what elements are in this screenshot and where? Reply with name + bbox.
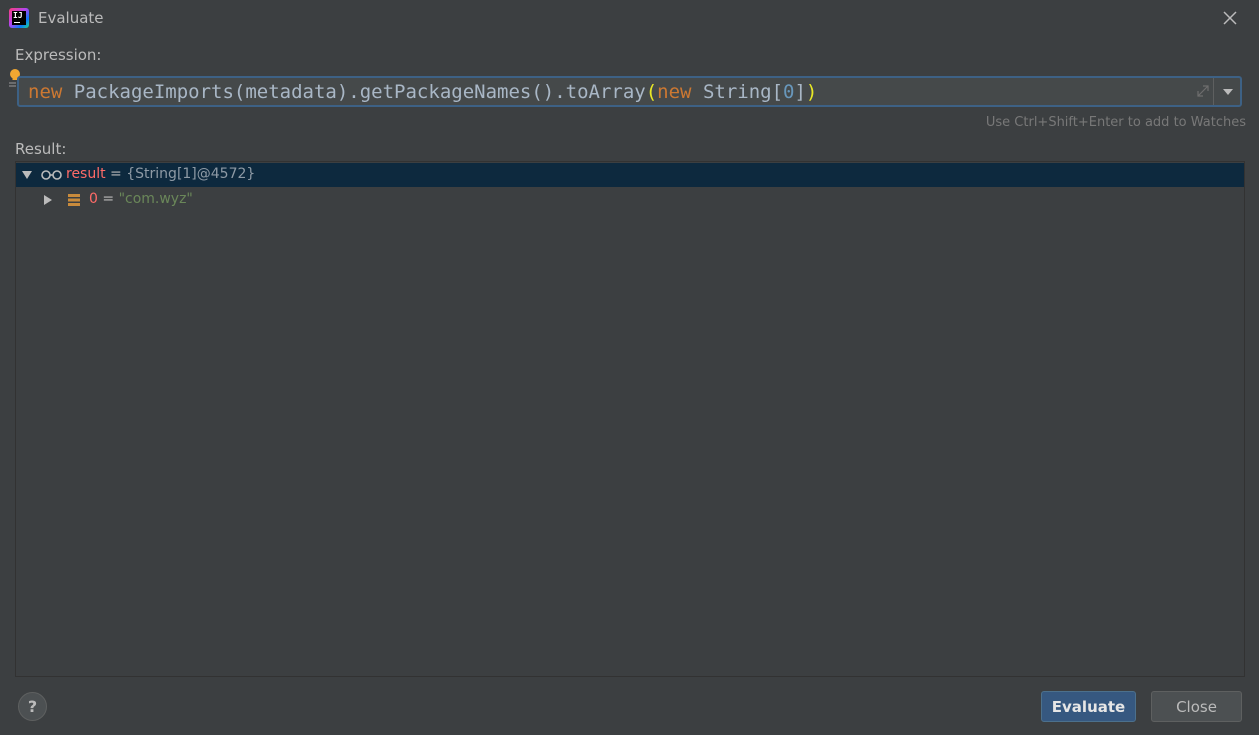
paren-token: (: [645, 81, 658, 103]
equals-sign: =: [97, 191, 119, 207]
tree-row-text: 0 = "com.wyz": [89, 191, 193, 207]
variable-name: result: [66, 166, 106, 182]
collapsed-arrow-icon[interactable]: [42, 194, 54, 206]
history-dropdown-button[interactable]: [1215, 78, 1241, 105]
tree-row-result[interactable]: result = {String[1]@4572}: [16, 163, 1244, 187]
variable-name: 0: [89, 191, 98, 207]
variable-value: {String[1]@4572}: [126, 166, 256, 182]
paren-token: ): [805, 81, 818, 103]
number-token: 0: [783, 81, 795, 103]
tree-row-text: result = {String[1]@4572}: [66, 166, 255, 182]
close-icon[interactable]: [1220, 8, 1240, 28]
chevron-down-icon: [1223, 88, 1233, 95]
equals-sign: =: [105, 166, 127, 182]
result-label: Result:: [15, 140, 67, 158]
code-token: PackageImports(metadata).getPackageNames…: [62, 81, 646, 103]
array-field-icon: [68, 194, 80, 206]
expression-label: Expression:: [15, 46, 102, 64]
close-button[interactable]: Close: [1151, 691, 1242, 722]
code-token: String[: [691, 81, 784, 103]
keyword-token: new: [657, 81, 692, 103]
keyword-token: new: [28, 81, 63, 103]
result-tree[interactable]: result = {String[1]@4572} 0 = "com.wyz": [15, 161, 1245, 677]
intellij-idea-icon: IJ: [9, 8, 29, 28]
evaluate-button[interactable]: Evaluate: [1041, 691, 1136, 722]
dropdown-separator: [1213, 78, 1214, 105]
tree-row-element[interactable]: 0 = "com.wyz": [16, 188, 1244, 212]
title-bar: IJ Evaluate: [0, 0, 1259, 36]
window-title: Evaluate: [38, 9, 104, 27]
expanded-arrow-icon[interactable]: [21, 169, 33, 181]
expression-code[interactable]: new PackageImports(metadata).getPackageN…: [28, 81, 817, 103]
help-button[interactable]: ?: [18, 692, 47, 721]
code-token: ]: [794, 81, 806, 103]
variable-value: "com.wyz": [118, 191, 193, 207]
watches-hint: Use Ctrl+Shift+Enter to add to Watches: [985, 115, 1246, 130]
expand-editor-icon[interactable]: [1193, 81, 1213, 101]
watch-glasses-icon: [41, 170, 62, 180]
expression-input[interactable]: new PackageImports(metadata).getPackageN…: [17, 76, 1242, 107]
